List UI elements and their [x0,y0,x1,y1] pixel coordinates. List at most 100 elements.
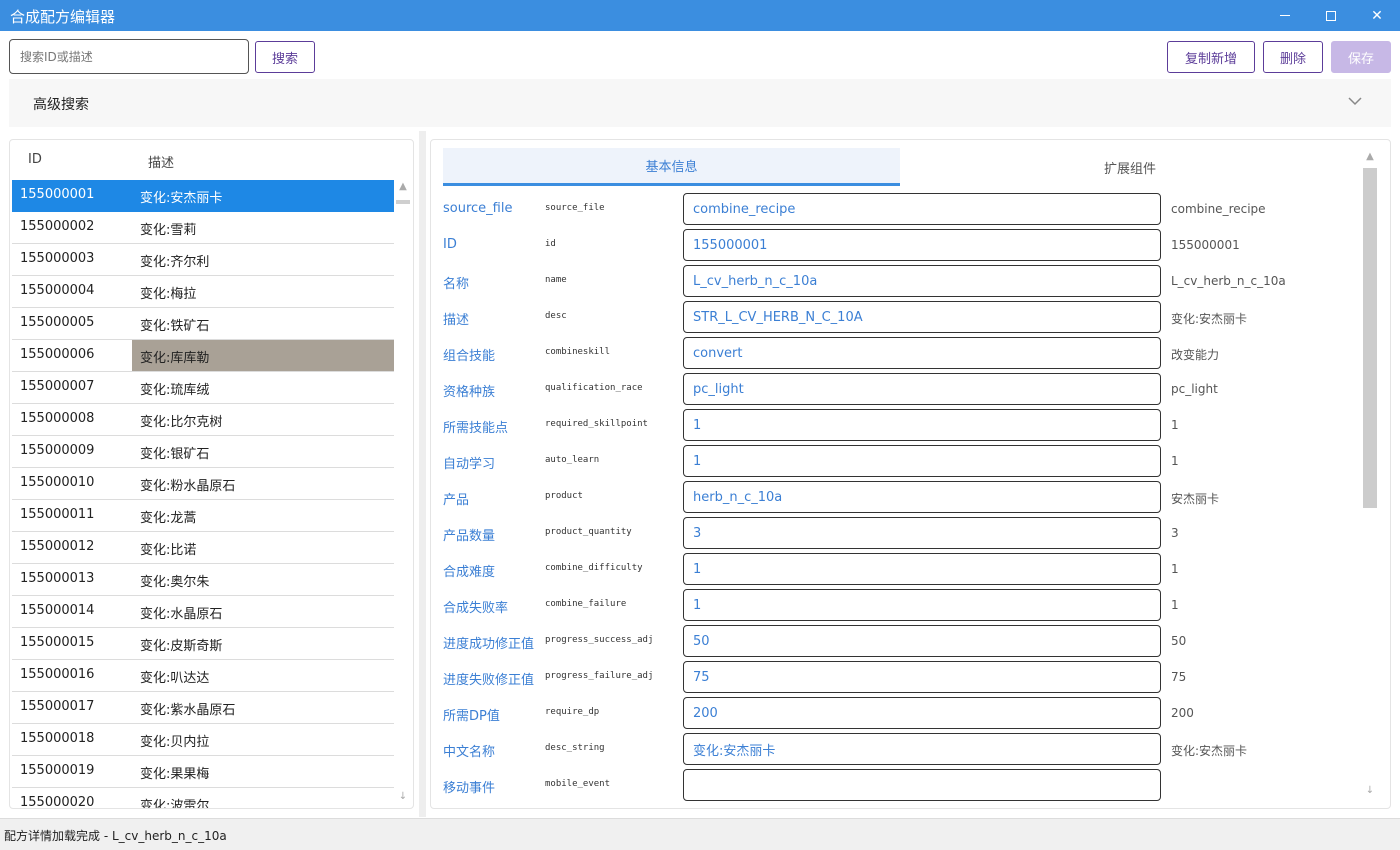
row-desc: 变化:奥尔朱 [140,575,210,590]
field-value-input[interactable]: 155000001 [683,229,1161,261]
field-label: source_file [443,201,513,216]
field-row: source_file source_file combine_recipe comb… [431,192,1361,228]
table-row[interactable]: 155000007 变化:琉库绒 [12,372,394,404]
list-scrollbar-thumb[interactable] [396,200,410,204]
table-row[interactable]: 155000014 变化:水晶原石 [12,596,394,628]
field-value-input[interactable]: 1 [683,409,1161,441]
field-value-input[interactable]: 3 [683,517,1161,549]
field-value-input[interactable]: 1 [683,445,1161,477]
search-button[interactable]: 搜索 [255,41,315,73]
field-value-input[interactable]: combine_recipe [683,193,1161,225]
field-label: 所需DP值 [443,709,500,724]
title-bar: 合成配方编辑器 ✕ [0,0,1400,31]
row-desc: 变化:琉库绒 [140,383,210,398]
field-display-value: 改变能力 [1171,348,1220,362]
field-value-input[interactable] [683,769,1161,801]
field-label: 产品数量 [443,529,496,544]
field-value-input[interactable]: 200 [683,697,1161,729]
field-row: 自动学习 auto_learn 1 1 [431,444,1361,480]
field-value-input[interactable]: 1 [683,553,1161,585]
list-header: ID 描述 [10,140,413,180]
table-row[interactable]: 155000020 变化:波雷尔 [12,788,394,808]
field-display-value: L_cv_herb_n_c_10a [1171,274,1286,288]
tab-extension[interactable]: 扩展组件 [900,148,1360,186]
table-row[interactable]: 155000017 变化:紫水晶原石 [12,692,394,724]
table-row[interactable]: 155000005 变化:铁矿石 [12,308,394,340]
column-header-id[interactable]: ID [28,152,42,167]
panel-splitter[interactable] [419,131,426,817]
field-key: name [545,275,567,285]
column-header-desc[interactable]: 描述 [148,152,174,171]
field-value-input[interactable]: herb_n_c_10a [683,481,1161,513]
row-id: 155000003 [20,251,95,266]
field-row: 移动事件 mobile_event [431,768,1361,804]
field-value-input[interactable]: 变化:安杰丽卡 [683,733,1161,765]
table-row[interactable]: 155000016 变化:叭达达 [12,660,394,692]
field-display-value: combine_recipe [1171,202,1266,216]
table-row[interactable]: 155000015 变化:皮斯奇斯 [12,628,394,660]
field-label: 产品 [443,493,470,508]
table-row[interactable]: 155000018 变化:贝内拉 [12,724,394,756]
field-value-input[interactable]: 1 [683,589,1161,621]
scroll-down-icon[interactable]: ↓ [398,792,408,802]
field-label: 自动学习 [443,457,496,472]
detail-scrollbar[interactable]: ▲ ↓ [1361,148,1379,802]
table-row[interactable]: 155000006 变化:库库勒 [12,340,394,372]
table-row[interactable]: 155000010 变化:粉水晶原石 [12,468,394,500]
save-button[interactable]: 保存 [1331,41,1391,73]
recipe-list-panel: ID 描述 155000001 变化:安杰丽卡 155000002 变化:雪莉 1550… [9,139,414,809]
field-display-value: 50 [1171,634,1187,648]
field-value-input[interactable]: L_cv_herb_n_c_10a [683,265,1161,297]
field-label: 合成失败率 [443,601,509,616]
table-row[interactable]: 155000011 变化:龙蒿 [12,500,394,532]
field-display-value: 75 [1171,670,1187,684]
search-input[interactable] [9,39,249,74]
table-row[interactable]: 155000009 变化:银矿石 [12,436,394,468]
table-row[interactable]: 155000001 变化:安杰丽卡 [12,180,394,212]
row-desc: 变化:雪莉 [140,223,197,238]
field-value-input[interactable]: 50 [683,625,1161,657]
maximize-icon [1326,10,1336,21]
row-desc: 变化:比尔克树 [140,415,223,430]
row-desc: 变化:粉水晶原石 [140,479,236,494]
close-button[interactable]: ✕ [1354,0,1400,31]
field-label: 进度成功修正值 [443,637,535,652]
detail-scrollbar-thumb[interactable] [1363,168,1377,508]
scroll-down-icon[interactable]: ↓ [1365,786,1375,796]
list-scrollbar[interactable]: ▲ ↓ [396,180,410,808]
field-value-input[interactable]: pc_light [683,373,1161,405]
row-id: 155000009 [20,443,95,458]
advanced-search-expander[interactable]: 高级搜索 [9,79,1391,127]
row-id: 155000001 [20,187,95,202]
row-id: 155000007 [20,379,95,394]
field-key: combine_difficulty [545,563,643,573]
field-key: mobile_event [545,779,611,789]
field-display-value: 1 [1171,454,1179,468]
field-value-input[interactable]: STR_L_CV_HERB_N_C_10A [683,301,1161,333]
maximize-button[interactable] [1308,0,1354,31]
table-row[interactable]: 155000002 变化:雪莉 [12,212,394,244]
minimize-button[interactable] [1262,0,1308,31]
tab-basic-info[interactable]: 基本信息 [443,148,900,186]
field-label: 描述 [443,313,470,328]
scroll-up-icon[interactable]: ▲ [398,182,408,192]
delete-button[interactable]: 删除 [1263,41,1323,73]
field-value-input[interactable]: 75 [683,661,1161,693]
table-row[interactable]: 155000004 变化:梅拉 [12,276,394,308]
field-row: 组合技能 combineskill convert 改变能力 [431,336,1361,372]
copy-new-button[interactable]: 复制新增 [1167,41,1255,73]
row-desc: 变化:梅拉 [140,287,197,302]
table-row[interactable]: 155000013 变化:奥尔朱 [12,564,394,596]
row-id: 155000011 [20,507,95,522]
table-row[interactable]: 155000012 变化:比诺 [12,532,394,564]
row-desc: 变化:果果梅 [140,767,210,782]
table-row[interactable]: 155000003 变化:齐尔利 [12,244,394,276]
row-desc: 变化:铁矿石 [140,319,210,334]
scroll-up-icon[interactable]: ▲ [1365,152,1375,162]
table-row[interactable]: 155000019 变化:果果梅 [12,756,394,788]
field-display-value: pc_light [1171,382,1218,396]
row-id: 155000008 [20,411,95,426]
field-label: 资格种族 [443,385,496,400]
field-value-input[interactable]: convert [683,337,1161,369]
table-row[interactable]: 155000008 变化:比尔克树 [12,404,394,436]
